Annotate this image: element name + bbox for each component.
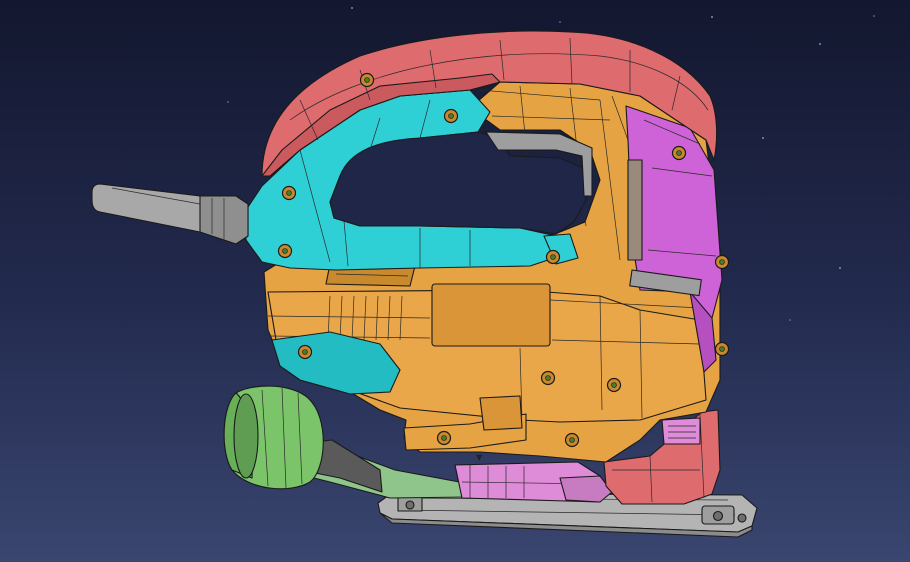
screw-socket-icon <box>569 437 575 443</box>
screw-socket-icon <box>302 349 308 355</box>
screw-socket-icon <box>545 375 551 381</box>
screw-socket-icon <box>448 113 454 119</box>
cad-viewport[interactable]: ▼ <box>0 0 910 562</box>
screw-socket-icon <box>441 435 447 441</box>
screw-socket-icon <box>550 254 556 260</box>
screw-socket-icon <box>364 77 370 83</box>
screw-socket-icon <box>676 150 682 156</box>
screw-socket-icon <box>286 190 292 196</box>
screw-socket-icon <box>282 248 288 254</box>
jigsaw-model: ▼ <box>91 7 875 538</box>
power-cord <box>91 183 249 245</box>
screw-socket-icon <box>611 382 617 388</box>
screw-socket-icon <box>719 259 725 265</box>
screw-socket-icon <box>719 346 725 352</box>
svg-text:▼: ▼ <box>476 453 483 462</box>
